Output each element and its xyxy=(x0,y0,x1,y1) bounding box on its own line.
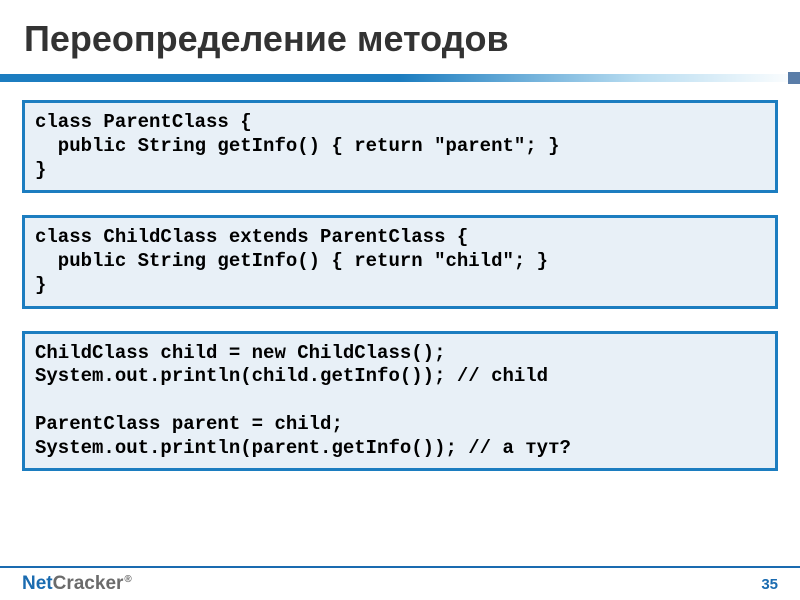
code-block-child: class ChildClass extends ParentClass { p… xyxy=(22,215,778,308)
logo: NetCracker® xyxy=(22,573,132,595)
code-block-usage: ChildClass child = new ChildClass(); Sys… xyxy=(22,331,778,472)
logo-cracker: Cracker xyxy=(53,573,124,595)
footer: NetCracker® 35 xyxy=(0,566,800,600)
code-block-parent: class ParentClass { public String getInf… xyxy=(22,100,778,193)
logo-reg: ® xyxy=(124,574,131,585)
content-area: class ParentClass { public String getInf… xyxy=(0,82,800,471)
divider-bar xyxy=(0,74,800,82)
divider-marker xyxy=(788,72,800,84)
logo-net: Net xyxy=(22,573,53,595)
page-number: 35 xyxy=(761,576,778,593)
slide-title: Переопределение методов xyxy=(0,0,800,74)
